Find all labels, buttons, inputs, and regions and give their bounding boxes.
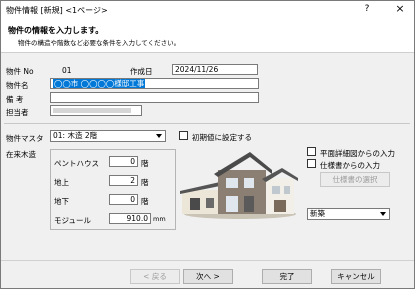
property-no-label: 物件 No [6, 67, 34, 76]
structure-master-select[interactable]: 01: 木造 2階 [50, 130, 166, 142]
module-label: モジュール [54, 216, 91, 225]
penthouse-input[interactable]: 0 [109, 156, 138, 167]
from-plan-label: 平面詳細図からの入力 [320, 149, 395, 158]
above-ground-label: 地上 [54, 178, 69, 187]
below-ground-label: 地下 [54, 197, 69, 206]
property-no-value: 01 [62, 66, 72, 75]
module-input[interactable]: 910.0 [109, 213, 151, 224]
construction-type-value: 新築 [310, 209, 325, 218]
close-button[interactable]: × [392, 2, 408, 16]
property-name-field[interactable]: ◯◯市 ◯◯◯◯様邸工事 [50, 78, 259, 89]
finish-button[interactable]: 完了 [262, 269, 312, 284]
person-name-blurred [53, 108, 131, 113]
cancel-button[interactable]: キャンセル [331, 269, 381, 284]
structure-type-label: 在来木造 [6, 150, 36, 159]
header-title: 物件の情報を入力します。 [8, 26, 104, 35]
above-ground-input[interactable]: 2 [109, 175, 138, 186]
person-in-charge-field[interactable] [50, 105, 142, 116]
divider [4, 123, 410, 124]
property-name-label: 物件名 [6, 81, 29, 90]
above-ground-unit: 階 [141, 178, 149, 187]
initial-value-label: 初期値に設定する [192, 133, 252, 142]
module-unit: mm [153, 215, 166, 223]
structure-master-value: 01: 木造 2階 [53, 131, 98, 140]
remarks-label: 備 考 [6, 95, 24, 104]
header-subtitle: 物件の構造や階数など必要な条件を入力してください。 [18, 39, 181, 47]
initial-value-checkbox[interactable] [179, 131, 188, 140]
chevron-down-icon [380, 212, 386, 216]
below-ground-unit: 階 [141, 197, 149, 206]
from-plan-checkbox[interactable] [307, 147, 316, 156]
property-name-value: ◯◯市 ◯◯◯◯様邸工事 [53, 79, 146, 88]
below-ground-input[interactable]: 0 [109, 194, 138, 205]
remarks-field[interactable] [50, 92, 259, 103]
from-spec-checkbox[interactable] [307, 159, 316, 168]
from-spec-label: 仕様書からの入力 [320, 161, 380, 170]
chevron-down-icon [156, 134, 162, 138]
created-date-label: 作成日 [130, 67, 153, 76]
construction-type-select[interactable]: 新築 [307, 208, 390, 220]
house-illustration [180, 152, 298, 219]
penthouse-unit: 階 [141, 159, 149, 168]
help-button[interactable]: ? [360, 4, 374, 16]
person-in-charge-label: 担当者 [6, 108, 29, 117]
created-date-field[interactable]: 2024/11/26 [172, 64, 258, 75]
structure-master-label: 物件マスタ [6, 134, 44, 143]
select-spec-button[interactable]: 仕様書の選択 [320, 172, 390, 187]
next-button[interactable]: 次へ > [183, 269, 233, 284]
window-title: 物件情報 [新規] <1ページ> [6, 6, 108, 15]
back-button[interactable]: < 戻る [130, 269, 180, 284]
footer-divider [1, 260, 414, 261]
penthouse-label: ペントハウス [54, 159, 99, 168]
